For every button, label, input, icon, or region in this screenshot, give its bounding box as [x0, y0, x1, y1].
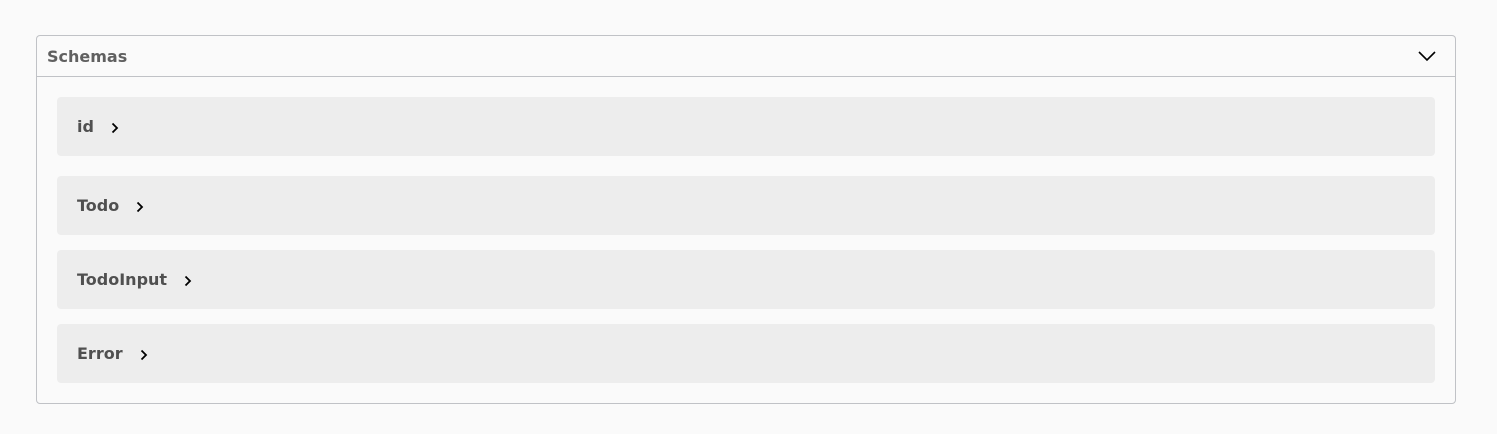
model-name: Error	[77, 344, 123, 363]
model-name: id	[77, 117, 94, 136]
chevron-right-icon	[137, 348, 151, 362]
model-item-error[interactable]: Error	[57, 324, 1435, 383]
model-item-todo[interactable]: Todo	[57, 176, 1435, 235]
schemas-title: Schemas	[47, 46, 128, 66]
schemas-header[interactable]: Schemas	[37, 36, 1455, 77]
model-item-todoinput[interactable]: TodoInput	[57, 250, 1435, 309]
schemas-section: Schemas id Todo TodoInput Error	[36, 35, 1456, 404]
chevron-right-icon	[181, 274, 195, 288]
model-name: Todo	[77, 196, 120, 215]
chevron-right-icon	[133, 200, 147, 214]
chevron-right-icon	[108, 121, 122, 135]
model-item-id[interactable]: id	[57, 97, 1435, 156]
chevron-down-icon[interactable]	[1417, 46, 1437, 66]
model-name: TodoInput	[77, 270, 168, 289]
